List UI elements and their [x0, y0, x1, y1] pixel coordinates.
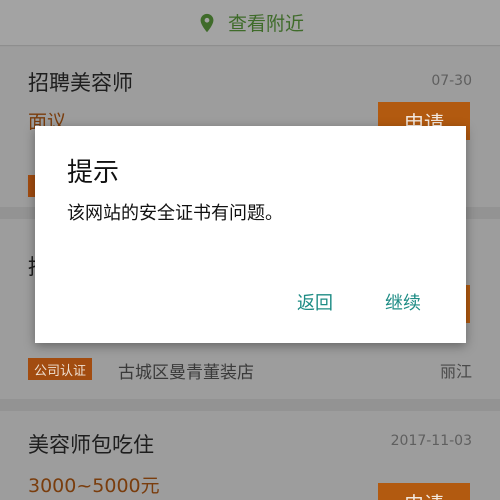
company-name: 古城区曼青董装店: [118, 363, 254, 383]
job-date: 2017-11-03: [390, 433, 472, 449]
nearby-label: 查看附近: [227, 13, 304, 35]
job-date: 07-30: [431, 73, 472, 89]
dialog-message: 该网站的安全证书有问题。: [67, 203, 283, 224]
back-button[interactable]: 返回: [297, 289, 333, 315]
job-city: 丽江: [439, 362, 472, 381]
certified-badge: 公司认证: [28, 358, 93, 380]
dialog-title: 提示: [67, 158, 120, 188]
nearby-bar[interactable]: 查看附近: [0, 0, 500, 46]
divider: [0, 399, 500, 411]
location-pin-icon: [200, 13, 214, 32]
job-title: 美容师包吃住: [28, 433, 154, 457]
job-salary: 3000~5000元: [28, 475, 160, 497]
security-warning-dialog: 提示 该网站的安全证书有问题。 返回 继续: [35, 126, 466, 343]
job-title: 招聘美容师: [28, 71, 133, 95]
job-card[interactable]: 美容师包吃住 2017-11-03 3000~5000元 申请: [0, 411, 500, 500]
apply-button[interactable]: 申请: [378, 483, 470, 500]
continue-button[interactable]: 继续: [385, 289, 421, 315]
